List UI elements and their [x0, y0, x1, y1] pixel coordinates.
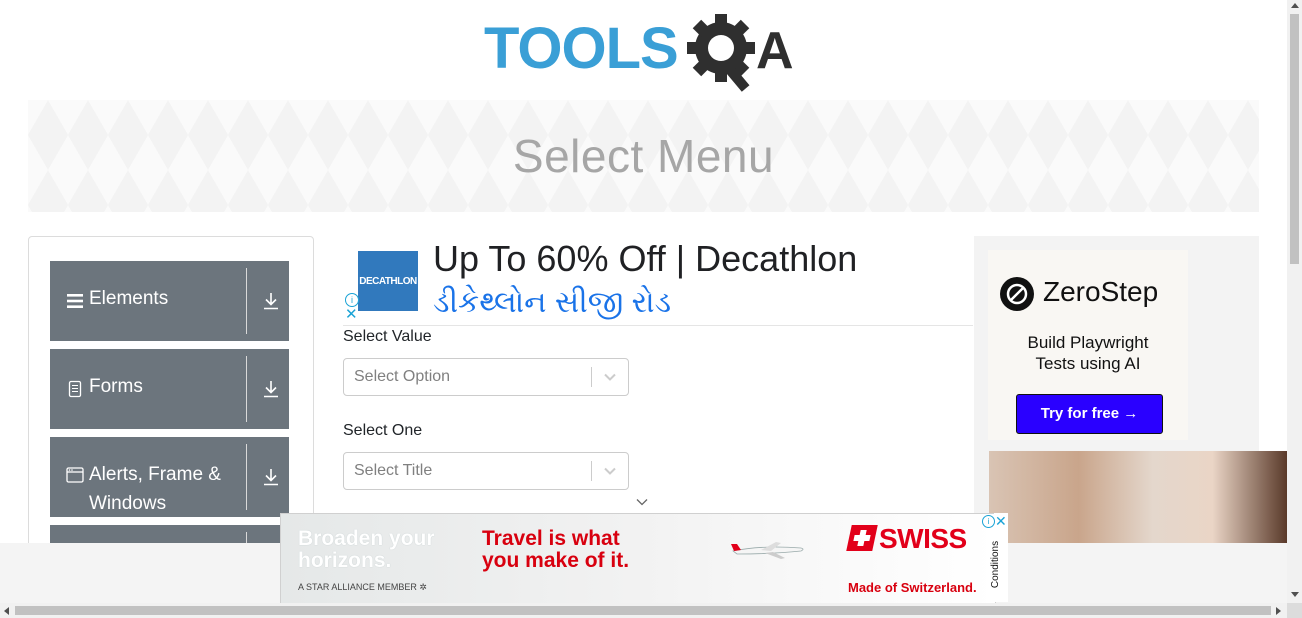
horizontal-scroll-thumb[interactable] [15, 606, 1271, 615]
sidebar-group-label: Elements [89, 288, 169, 309]
download-arrow-icon[interactable] [262, 467, 280, 487]
gear-magnifier-icon [687, 14, 755, 92]
swiss-made-text: Made of Switzerland. [848, 580, 977, 595]
conditions-link[interactable]: Conditions [990, 541, 1001, 588]
divider [246, 356, 247, 422]
swiss-ad[interactable]: Broaden your horizons. A STAR ALLIANCE M… [280, 513, 996, 604]
divider [591, 461, 592, 481]
select-one-placeholder: Select Title [354, 462, 433, 479]
divider [246, 268, 247, 334]
swiss-cross-icon [846, 525, 878, 551]
zerostep-tagline: Build Playwright Tests using AI [988, 332, 1188, 374]
travel-line-1: Travel is what [482, 527, 620, 550]
try-for-free-button[interactable]: Try for free → [1016, 394, 1163, 434]
tagline-line-1: Build Playwright [1027, 333, 1149, 352]
slogan-line-1: Broaden your [298, 527, 435, 550]
select-value-placeholder: Select Option [354, 368, 451, 385]
vertical-scroll-thumb[interactable] [1290, 14, 1299, 264]
sidebar-group-elements[interactable]: Elements [50, 261, 289, 341]
ad-subline[interactable]: ડીકેથ્લોન સીજી રોડ [433, 286, 671, 320]
sidebar-group-label: Alerts, Frame & Windows [89, 464, 221, 514]
ad-headline[interactable]: Up To 60% Off | Decathlon [433, 238, 857, 280]
swiss-travel-text: Travel is what you make of it. [482, 528, 629, 572]
page-header-banner: Select Menu [28, 100, 1259, 212]
swiss-ad-controls: i ✕ Conditions [982, 513, 1008, 602]
horizontal-scrollbar[interactable] [0, 603, 1287, 618]
logo-text-main: TOOLS [484, 16, 678, 81]
tagline-line-2: Tests using AI [1035, 354, 1141, 373]
scrollbar-corner [1287, 603, 1302, 618]
travel-line-2: you make of it. [482, 549, 630, 572]
divider [591, 367, 592, 387]
chevron-down-icon[interactable] [603, 371, 617, 383]
alliance-text: A STAR ALLIANCE MEMBER [298, 582, 417, 592]
zerostep-logo-icon [1000, 277, 1034, 311]
select-value-dropdown[interactable]: Select Option [343, 358, 629, 396]
decathlon-logo: DECATHLON [358, 251, 418, 311]
scroll-up-arrow-icon[interactable] [1291, 3, 1299, 8]
slogan-line-2: horizons. [298, 549, 392, 572]
scroll-left-arrow-icon[interactable] [4, 607, 9, 615]
ad-close-icon[interactable]: ✕ [345, 307, 358, 322]
ad-info-icon[interactable]: i [982, 515, 995, 528]
hamburger-icon [67, 294, 83, 308]
download-arrow-icon[interactable] [262, 291, 280, 311]
airplane-icon [731, 542, 804, 559]
swiss-slogan: Broaden your horizons. [298, 528, 435, 572]
logo-text-end: A [756, 22, 794, 80]
select-value-label: Select Value [343, 328, 432, 345]
download-arrow-icon[interactable] [262, 379, 280, 399]
ad-photo[interactable] [989, 451, 1287, 546]
sidebar-group-alerts[interactable]: Alerts, Frame & Windows [50, 437, 289, 517]
chevron-down-icon[interactable] [635, 497, 649, 507]
select-one-dropdown[interactable]: Select Title [343, 452, 629, 490]
zerostep-brand: ZeroStep [1043, 276, 1159, 307]
chevron-down-icon[interactable] [603, 465, 617, 477]
toolsqa-logo[interactable]: TOOLS A [484, 14, 808, 92]
select-one-label: Select One [343, 422, 423, 439]
decathlon-ad[interactable]: DECATHLON Up To 60% Off | Decathlon ડીકે… [343, 236, 973, 326]
swiss-brand-text: SWISS [879, 523, 967, 554]
sidebar-group-forms[interactable]: Forms [50, 349, 289, 429]
scroll-right-arrow-icon[interactable] [1276, 607, 1281, 615]
page-title: Select Menu [512, 130, 775, 182]
swiss-logo: SWISS [846, 523, 967, 555]
window-icon [66, 467, 84, 483]
left-sidebar: Elements Forms Alerts, Frame & Windows [28, 236, 314, 568]
zerostep-card[interactable]: ZeroStep Build Playwright Tests using AI… [988, 250, 1188, 440]
ad-close-icon[interactable]: ✕ [995, 513, 1007, 530]
scroll-down-arrow-icon[interactable] [1291, 592, 1299, 597]
document-icon [68, 380, 82, 398]
star-alliance-label: A STAR ALLIANCE MEMBER ✲ [298, 582, 427, 592]
ad-info-icon[interactable]: i [345, 293, 359, 307]
vertical-scrollbar[interactable] [1287, 0, 1302, 603]
divider [246, 444, 247, 510]
sidebar-group-label: Forms [89, 376, 143, 397]
